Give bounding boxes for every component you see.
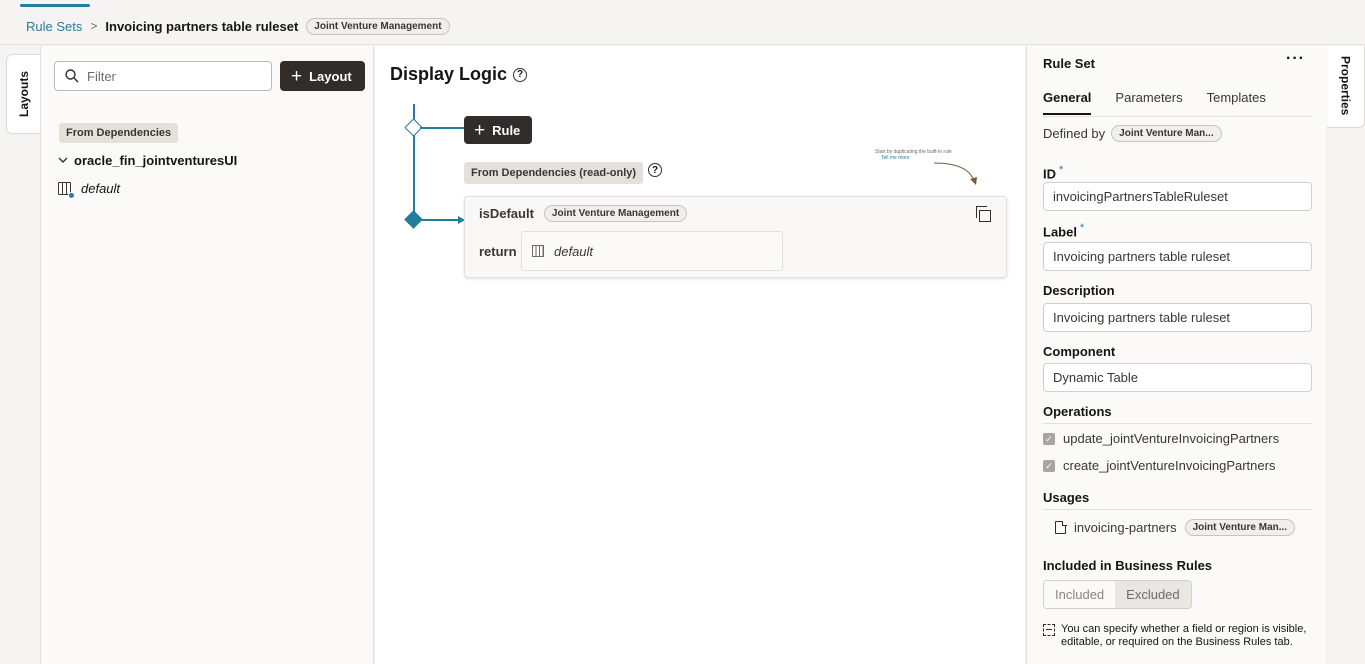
layouts-panel: + Layout From Dependencies oracle_fin_jo…	[41, 46, 374, 664]
breadcrumb: Rule Sets > Invoicing partners table rul…	[0, 8, 1365, 45]
operation-update-label: update_jointVentureInvoicingPartners	[1063, 431, 1280, 446]
breadcrumb-rule-sets-link[interactable]: Rule Sets	[26, 19, 82, 34]
plus-icon: +	[474, 119, 486, 141]
flow-line-to-rule	[420, 219, 460, 221]
duplicate-icon[interactable]	[976, 206, 991, 222]
add-rule-button[interactable]: + Rule	[464, 116, 533, 144]
rule-card[interactable]: isDefault Joint Venture Management retur…	[464, 196, 1007, 278]
return-label: return	[479, 244, 517, 259]
tabs-divider	[1043, 116, 1313, 117]
filter-input[interactable]	[87, 68, 247, 84]
included-option[interactable]: Included	[1044, 581, 1116, 608]
left-rail: Layouts	[0, 46, 41, 664]
business-rules-toggle: Included Excluded	[1043, 580, 1192, 609]
flow-line-to-add-rule	[420, 127, 465, 129]
tree-item-default[interactable]: default	[58, 181, 121, 199]
canvas-title-text: Display Logic	[390, 64, 508, 84]
curved-arrow-icon	[933, 162, 977, 185]
top-bar	[0, 0, 1365, 8]
usage-item[interactable]: invoicing-partners Joint Venture Man...	[1055, 519, 1296, 536]
filter-box[interactable]	[54, 61, 272, 91]
layouts-rail-tab[interactable]: Layouts	[6, 54, 40, 134]
properties-rail-tab-label: Properties	[1338, 56, 1353, 116]
usage-name: invoicing-partners	[1074, 520, 1177, 535]
defined-by-badge: Joint Venture Man...	[1111, 125, 1222, 142]
return-value: default	[554, 243, 594, 259]
component-field[interactable]: Dynamic Table	[1043, 363, 1312, 392]
help-icon[interactable]: ?	[513, 67, 528, 82]
operation-update[interactable]: ✓ update_jointVentureInvoicingPartners	[1043, 431, 1279, 446]
chevron-down-icon	[58, 157, 68, 163]
tab-general[interactable]: General	[1043, 90, 1092, 115]
hint-link: Tell me more	[881, 155, 910, 161]
id-label-text: ID	[1043, 166, 1056, 182]
defined-by-label: Defined by	[1043, 126, 1106, 141]
business-rules-info: You can specify whether a field or regio…	[1043, 623, 1315, 649]
defined-by: Defined by Joint Venture Man...	[1043, 125, 1222, 142]
right-rail: Properties	[1327, 46, 1365, 664]
breadcrumb-separator: >	[90, 19, 98, 33]
rule-header: isDefault Joint Venture Management	[479, 205, 688, 222]
description-label: Description	[1043, 283, 1115, 298]
id-field[interactable]: invoicingPartnersTableRuleset	[1043, 182, 1312, 211]
active-tab-indicator	[20, 4, 90, 7]
add-layout-label: Layout	[309, 68, 352, 84]
search-icon	[65, 69, 79, 83]
excluded-option[interactable]: Excluded	[1115, 581, 1191, 608]
from-dependencies-chip: From Dependencies	[59, 123, 179, 143]
usages-label: Usages	[1043, 490, 1090, 505]
add-layout-button[interactable]: + Layout	[280, 61, 365, 91]
id-label: ID *	[1043, 164, 1063, 181]
more-options-icon[interactable]: ···	[1286, 50, 1305, 68]
business-rules-label: Included in Business Rules	[1043, 558, 1213, 573]
tree-parent-label: oracle_fin_jointventuresUI	[74, 153, 238, 168]
info-text: You can specify whether a field or regio…	[1061, 623, 1307, 648]
component-label: Component	[1043, 344, 1116, 359]
tree-item-jointventures[interactable]: oracle_fin_jointventuresUI	[58, 153, 237, 168]
label-label-text: Label	[1043, 224, 1077, 240]
properties-panel: Rule Set ··· General Parameters Template…	[1026, 46, 1326, 664]
operations-divider	[1043, 423, 1313, 424]
checkbox-checked-icon[interactable]: ✓	[1043, 459, 1055, 472]
label-label: Label *	[1043, 222, 1084, 239]
add-rule-label: Rule	[492, 122, 521, 138]
layouts-rail-tab-label: Layouts	[16, 70, 31, 117]
required-indicator: *	[1059, 164, 1064, 176]
readonly-chip: From Dependencies (read-only)	[464, 162, 644, 184]
description-field[interactable]: Invoicing partners table ruleset	[1043, 303, 1312, 332]
rule-badge: Joint Venture Management	[543, 205, 688, 222]
duplicate-hint-image: Start by duplicating the built-in rule T…	[870, 145, 985, 189]
checkbox-checked-icon[interactable]: ✓	[1043, 432, 1055, 445]
operation-create[interactable]: ✓ create_jointVentureInvoicingPartners	[1043, 458, 1275, 473]
status-dot-icon	[68, 192, 75, 199]
layout-icon	[532, 245, 544, 257]
usages-divider	[1043, 509, 1313, 510]
usage-badge: Joint Venture Man...	[1184, 519, 1296, 536]
layout-icon	[58, 182, 75, 199]
operations-label: Operations	[1043, 404, 1112, 419]
info-region-icon	[1043, 624, 1055, 636]
display-logic-canvas: Display Logic ? + Rule From Dependencies…	[375, 46, 1025, 664]
tab-parameters[interactable]: Parameters	[1115, 90, 1182, 115]
label-field[interactable]: Invoicing partners table ruleset	[1043, 242, 1312, 271]
tab-templates[interactable]: Templates	[1207, 90, 1266, 115]
breadcrumb-current: Invoicing partners table ruleset	[105, 18, 299, 34]
breadcrumb-badge: Joint Venture Management	[306, 17, 450, 35]
document-icon	[1055, 520, 1067, 534]
return-value-box[interactable]: default	[521, 231, 783, 271]
tree-child-label: default	[81, 181, 121, 196]
properties-rail-tab[interactable]: Properties	[1327, 46, 1365, 128]
plus-icon: +	[291, 65, 303, 87]
properties-title: Rule Set	[1043, 56, 1096, 71]
operation-create-label: create_jointVentureInvoicingPartners	[1063, 458, 1276, 473]
properties-tabs: General Parameters Templates	[1043, 90, 1266, 115]
rule-name: isDefault	[479, 206, 534, 221]
required-indicator: *	[1079, 222, 1085, 234]
canvas-title: Display Logic ?	[390, 64, 528, 85]
readonly-help-icon[interactable]: ?	[648, 163, 662, 177]
